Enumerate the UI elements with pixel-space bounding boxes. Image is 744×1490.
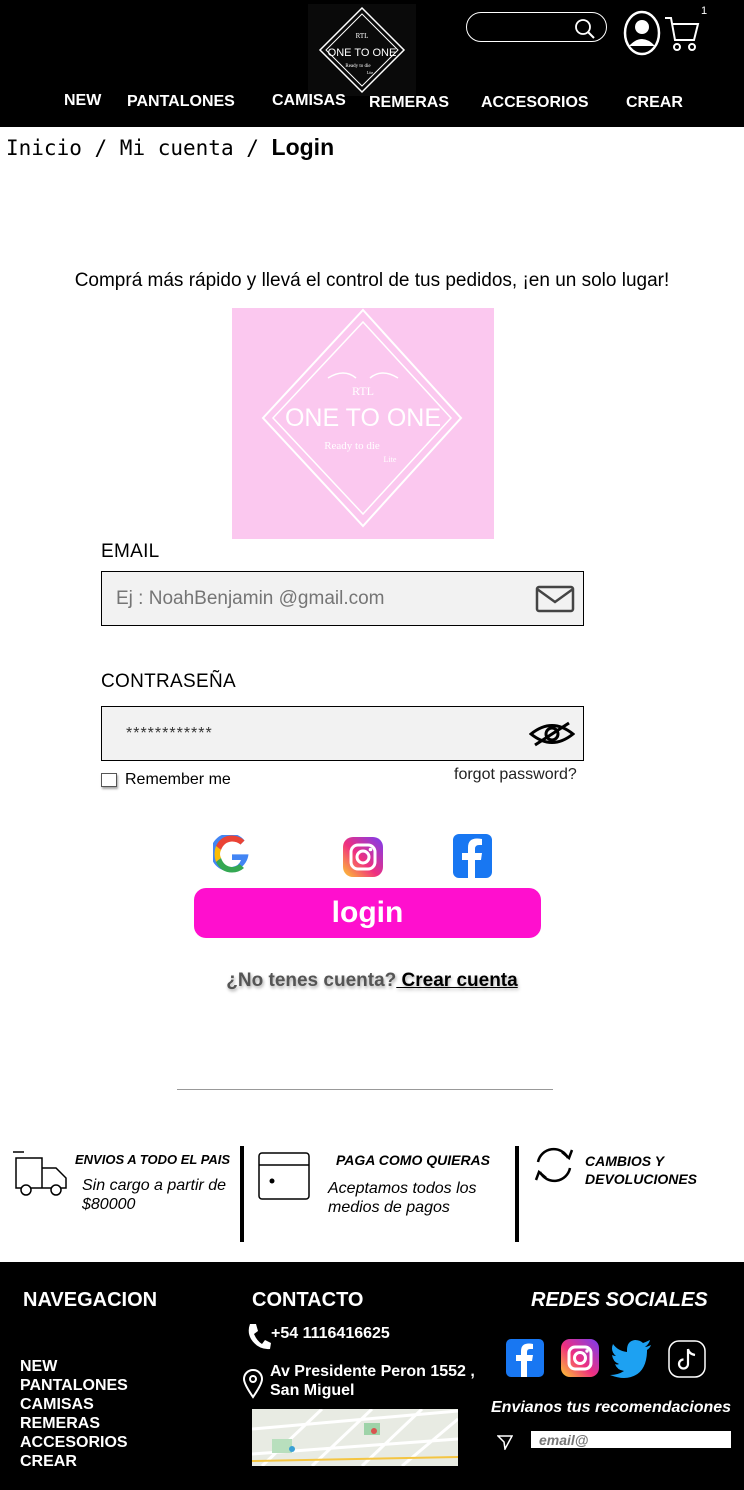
signup-prompt: ¿No tenes cuenta? Crear cuenta xyxy=(0,970,744,992)
instagram-icon[interactable] xyxy=(561,1339,599,1382)
footer-nav-item[interactable]: ACCESORIOS xyxy=(20,1433,128,1452)
breadcrumb-home[interactable]: Inicio xyxy=(6,136,82,160)
breadcrumb-current: Login xyxy=(271,134,335,160)
feature-divider xyxy=(515,1146,519,1242)
footer-address-line1: Av Presidente Peron 1552 , xyxy=(270,1363,475,1380)
eye-slash-icon[interactable] xyxy=(528,719,576,754)
remember-me-label: Remember me xyxy=(125,771,231,788)
email-input[interactable] xyxy=(116,584,516,614)
footer-nav-item[interactable]: NEW xyxy=(20,1357,128,1376)
footer-nav-item[interactable]: REMERAS xyxy=(20,1414,128,1433)
footer-nav-item[interactable]: CAMISAS xyxy=(20,1395,128,1414)
breadcrumb-separator: / xyxy=(233,136,272,160)
phone-icon xyxy=(246,1322,272,1355)
twitter-icon[interactable] xyxy=(610,1340,652,1383)
instagram-icon[interactable] xyxy=(343,835,383,884)
forgot-password-link[interactable]: forgot password? xyxy=(454,766,577,784)
login-tagline: Comprá más rápido y llevá el control de … xyxy=(74,270,670,291)
delivery-truck-icon xyxy=(12,1150,68,1205)
breadcrumb-separator: / xyxy=(81,136,120,160)
credit-card-icon xyxy=(258,1151,310,1206)
feature-text-shipping: Sin cargo a partir de $80000 xyxy=(82,1177,227,1213)
feature-divider xyxy=(240,1146,244,1242)
nav-item-camisas[interactable]: CAMISAS xyxy=(272,92,346,110)
password-label: CONTRASEÑA xyxy=(101,671,236,692)
newsletter-email-input[interactable] xyxy=(531,1431,731,1448)
breadcrumb: Inicio / Mi cuenta / Login xyxy=(6,134,334,161)
site-footer: NAVEGACION NEW PANTALONES CAMISAS REMERA… xyxy=(0,1262,744,1490)
password-field[interactable] xyxy=(101,706,584,761)
nav-item-new[interactable]: NEW xyxy=(64,92,101,110)
feature-title-payment: PAGA COMO QUIERAS xyxy=(336,1152,491,1168)
footer-nav-list: NEW PANTALONES CAMISAS REMERAS ACCESORIO… xyxy=(20,1357,128,1471)
facebook-icon[interactable] xyxy=(453,833,492,884)
email-field[interactable] xyxy=(101,571,584,626)
email-label: EMAIL xyxy=(101,541,160,562)
remember-me-checkbox[interactable] xyxy=(101,773,117,787)
feature-text-payment: Aceptamos todos los medios de pagos xyxy=(328,1180,477,1216)
tiktok-icon[interactable] xyxy=(668,1340,706,1383)
login-button[interactable]: login xyxy=(194,888,541,938)
password-input[interactable] xyxy=(126,719,526,749)
section-divider xyxy=(177,1089,553,1090)
large-logo-tagline: Ready to die xyxy=(324,440,380,452)
location-pin-icon xyxy=(242,1369,264,1404)
large-logo-name: ONE TO ONE xyxy=(285,404,441,432)
send-icon[interactable] xyxy=(496,1434,514,1455)
main-nav: NEW PANTALONES CAMISAS REMERAS ACCESORIO… xyxy=(0,0,744,127)
nav-item-accesorios[interactable]: ACCESORIOS xyxy=(481,94,589,112)
nav-item-crear[interactable]: CREAR xyxy=(626,94,683,112)
feature-title-shipping: ENVIOS A TODO EL PAIS xyxy=(75,1152,231,1167)
location-map[interactable] xyxy=(252,1409,458,1466)
footer-social-title: REDES SOCIALES xyxy=(531,1289,708,1311)
footer-phone[interactable]: +54 1116416625 xyxy=(271,1325,390,1343)
nav-item-remeras[interactable]: REMERAS xyxy=(369,94,449,112)
large-logo-badge: RTL xyxy=(352,384,374,398)
site-header: RTL ONE TO ONE Ready to die Lite 1 NEW P… xyxy=(0,0,744,127)
footer-address-line2: San Miguel xyxy=(270,1382,355,1399)
breadcrumb-account[interactable]: Mi cuenta xyxy=(120,136,234,160)
no-account-text: ¿No tenes cuenta? xyxy=(226,970,397,991)
footer-contact-title: CONTACTO xyxy=(252,1289,364,1311)
feature-title-returns: CAMBIOS Y DEVOLUCIONES xyxy=(585,1153,698,1187)
remember-me[interactable]: Remember me xyxy=(101,771,231,789)
large-logo-sub: Lite xyxy=(384,455,397,464)
footer-nav-item[interactable]: CREAR xyxy=(20,1452,128,1471)
google-icon[interactable] xyxy=(210,833,251,878)
exchange-arrows-icon xyxy=(532,1144,576,1191)
nav-item-pantalones[interactable]: PANTALONES xyxy=(127,93,235,111)
facebook-icon[interactable] xyxy=(506,1339,544,1382)
footer-nav-title: NAVEGACION xyxy=(23,1289,158,1311)
brand-logo-large: RTL ONE TO ONE Ready to die Lite xyxy=(232,308,494,539)
envelope-icon xyxy=(535,584,575,619)
footer-nav-item[interactable]: PANTALONES xyxy=(20,1376,128,1395)
create-account-link[interactable]: Crear cuenta xyxy=(396,970,518,991)
newsletter-label: Envianos tus recomendaciones xyxy=(491,1399,732,1416)
